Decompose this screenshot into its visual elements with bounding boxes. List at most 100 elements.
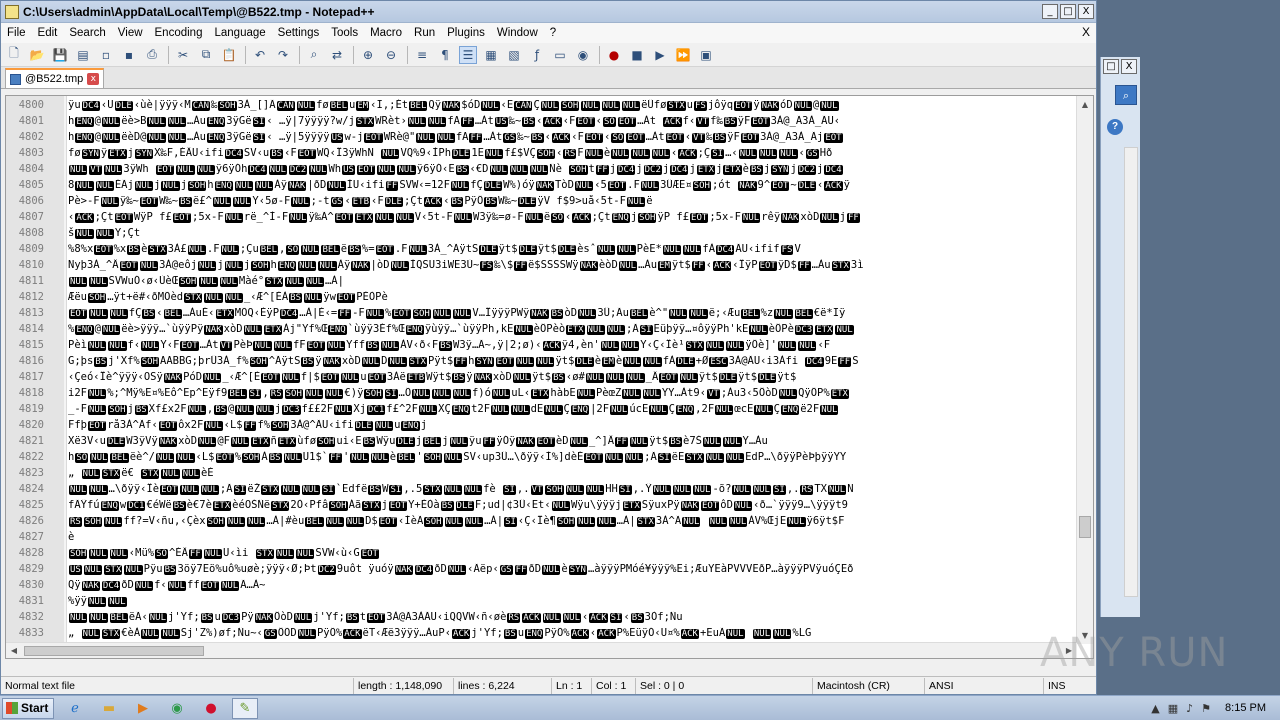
editor-line[interactable]: 4823 „ NUL STX ë€ STX NUL NUL èÈ — [6, 465, 1078, 481]
zoom-in-icon[interactable]: ⊕ — [359, 46, 377, 64]
new-file-icon[interactable]: 🗋 — [5, 46, 23, 64]
maximize-button[interactable]: □ — [1060, 4, 1076, 19]
scroll-up-icon[interactable]: ▲ — [1077, 96, 1093, 113]
menu-window[interactable]: Window — [491, 27, 544, 39]
clock[interactable]: 8:15 PM — [1219, 702, 1272, 714]
save-icon[interactable]: 💾 — [51, 46, 69, 64]
folder-workspace-icon[interactable]: ▭ — [551, 46, 569, 64]
horizontal-scrollbar[interactable]: ◀ ▶ — [6, 642, 1077, 658]
editor-line[interactable]: 4822 h SO NUL BEL ëè^/NUL NUL ‹L$ EOT% SOH À BS NUL U… — [6, 449, 1078, 465]
vertical-scroll-thumb[interactable] — [1079, 516, 1091, 538]
search-icon[interactable]: ⌕ — [1115, 85, 1137, 105]
explorer-icon[interactable]: ▬ — [96, 698, 122, 719]
start-button[interactable]: Start — [2, 697, 54, 719]
indent-guide-icon[interactable]: ☰ — [459, 45, 477, 64]
editor-line[interactable]: 4833 „ NUL STX €èÀ NUL NUL Sj'Z%)øf;Ñu~‹ GS ÔÕD N… — [6, 625, 1078, 641]
replace-icon[interactable]: ⇄ — [328, 46, 346, 64]
menu-edit[interactable]: Edit — [32, 27, 64, 39]
menu-file[interactable]: File — [1, 27, 32, 39]
bg-maximize-button[interactable]: □ — [1103, 58, 1119, 74]
editor-line[interactable]: 4805 8 NUL NUL ÉÃj NUL j NUL j SOH h ENQ NUL NUL Àÿ NAK… — [6, 177, 1078, 193]
editor-line[interactable]: 4824 NUL NUL …\ðÿÿ‹Îè EOT NUL NUL ;Ã SI ëŽ STX NUL N… — [6, 481, 1078, 497]
save-all-icon[interactable]: ▤ — [74, 46, 92, 64]
menu-plugins[interactable]: Plugins — [441, 27, 491, 39]
background-window[interactable]: □ X ⌕ ? — [1100, 57, 1140, 617]
close-button[interactable]: X — [1078, 4, 1094, 19]
editor-line[interactable]: 4804 NUL VT NUL 3ÿWh EOT NUL NUL ÿ6ÿÓh DC4 NUL DC2… — [6, 161, 1078, 177]
editor-line[interactable]: 4801 h ENQ @ NUL ëè>B NUL NUL …Àu ENQ 3ÿGë SI ‹ …ÿ|7… — [6, 113, 1078, 129]
editor-line[interactable]: 4807 ‹ ACK ;Çt EOT WÿP f£ EOT ;5x-F NUL rë_^Ì-F NU… — [6, 209, 1078, 225]
help-icon[interactable]: ? — [1107, 119, 1123, 135]
editor-line[interactable]: 4815 Pèì NUL NUL f‹ NUL Y‹F EOT …Àt VT PèÞ NUL NUL fF… — [6, 337, 1078, 353]
paste-icon[interactable]: 📋 — [220, 46, 238, 64]
record-macro-icon[interactable]: ● — [605, 46, 623, 64]
menu-view[interactable]: View — [112, 27, 149, 39]
sync-scroll-icon[interactable]: ≡ — [413, 46, 431, 64]
menu-encoding[interactable]: Encoding — [149, 27, 209, 39]
bg-scrollbar[interactable] — [1124, 147, 1138, 597]
tray-expand-icon[interactable]: ▲ — [1151, 702, 1159, 715]
tab-close-icon[interactable]: x — [87, 73, 100, 85]
text-editor[interactable]: 4800 ÿu DC4 ‹U DLE ‹ùè|ÿÿÿ‹M CAN ‰ SOH 3À_[]Ã CAN N… — [5, 95, 1094, 659]
redo-icon[interactable]: ↷ — [274, 46, 292, 64]
menu-run[interactable]: Run — [408, 27, 441, 39]
editor-line[interactable]: 4817 ‹Çeó‹Îè^ÿÿÿ‹OSÿ NAK PóD NUL _‹Æ^[È EOT NUL… — [6, 369, 1078, 385]
word-wrap-icon[interactable]: ¶ — [436, 46, 454, 64]
network-icon[interactable]: ▦ — [1168, 702, 1178, 715]
ie-icon[interactable]: ℯ — [62, 698, 88, 719]
close-file-icon[interactable]: ▫ — [97, 46, 115, 64]
zoom-out-icon[interactable]: ⊖ — [382, 46, 400, 64]
editor-line[interactable]: 4809 %8%x EOT %x BS è STX 3À£ NUL .F NUL ;Çu BEL, SO N… — [6, 241, 1078, 257]
menu-settings[interactable]: Settings — [272, 27, 326, 39]
close-all-icon[interactable]: ▪ — [120, 46, 138, 64]
editor-line[interactable]: 4826 RS SOH NUL ff?=V‹ñu,‹Çèx SOH NUL NUL …À|#èu… — [6, 513, 1078, 529]
editor-line[interactable]: 4829 US NUL STX NUL Pÿu BS 3öÿ7Eö%uô%uøè;ÿÿÿ‹Ø;… — [6, 561, 1078, 577]
editor-line[interactable]: 4819 _-F NUL SOH j BS Xf£x2F NUL, BS @ NUL NUL j DC3 f… — [6, 401, 1078, 417]
function-list-icon[interactable]: ƒ — [528, 46, 546, 64]
editor-line[interactable]: 4831 %ÿÿ NUL NUL — [6, 593, 1078, 609]
minimize-button[interactable]: _ — [1042, 4, 1058, 19]
editor-line[interactable]: 4830 Qÿ NAK DC4 ðD NUL f‹ NUL ff EOT NUL Ã…À~ — [6, 577, 1078, 593]
chrome-icon[interactable]: ◉ — [164, 698, 190, 719]
editor-line[interactable]: 4812 Æëu SOH …ÿt+ë#‹ðMÕèd STX NUL NUL _‹Æ^[ÈÀ BS… — [6, 289, 1078, 305]
play-multiple-icon[interactable]: ⏩ — [674, 46, 692, 64]
background-window-titlebar[interactable]: □ X — [1101, 57, 1140, 75]
editor-line[interactable]: 4813 EOT NUL NUL fÇ BS ‹ BEL …ÀuÉ‹ ETX MÕQ‹ÈÿP DC4…… — [6, 305, 1078, 321]
scroll-left-icon[interactable]: ◀ — [6, 643, 22, 658]
editor-line[interactable]: 4816 G;þs BS j'Xf% SOH AABBG;þrÜ3À_f% SOH ^ÃÿtS… — [6, 353, 1078, 369]
stop-macro-icon[interactable]: ■ — [628, 46, 646, 64]
editor-line[interactable]: 4806 Pè>-F NUL ÿ‰~ EOT W‰~ BS ë£^ NUL NUL Y‹5ø-F NU… — [6, 193, 1078, 209]
copy-icon[interactable]: ⧉ — [197, 46, 215, 64]
editor-line[interactable]: 4828 SOH NUL NUL ‹Mü% SO ^ÉÂ FF NUL U‹ìi STX NUL NU… — [6, 545, 1078, 561]
flag-icon[interactable]: ⚑ — [1201, 702, 1211, 715]
editor-line[interactable]: 4821 Xë3V‹u DLE W3ÿVÿ NAK xòD NUL @F NUL ETX ñ ETX ù… — [6, 433, 1078, 449]
bg-close-button[interactable]: X — [1121, 58, 1137, 74]
close-document-x[interactable]: X — [1082, 25, 1090, 39]
editor-line[interactable]: 4800 ÿu DC4 ‹U DLE ‹ùè|ÿÿÿ‹M CAN ‰ SOH 3À_[]Ã CAN N… — [6, 97, 1078, 113]
menu-tools[interactable]: Tools — [325, 27, 364, 39]
menu-language[interactable]: Language — [208, 27, 271, 39]
print-icon[interactable]: ⎙ — [143, 46, 161, 64]
horizontal-scroll-thumb[interactable] — [24, 646, 204, 656]
tab-b522[interactable]: @B522.tmp x — [5, 68, 105, 88]
editor-line[interactable]: 4814 % ENQ @ NUL ëè>ÿÿÿ…`ùÿÿPÿ NAK xòD NUL ETX Àj"… — [6, 321, 1078, 337]
open-file-icon[interactable]: 📂 — [28, 46, 46, 64]
find-icon[interactable]: ⌕ — [305, 46, 323, 64]
document-map-icon[interactable]: ▧ — [505, 46, 523, 64]
editor-line[interactable]: 4832 NUL NUL BEL ëÃ‹ NUL j'Yf; BS u DC3 Pÿ NAK ÔòD NU… — [6, 609, 1078, 625]
menu-help[interactable]: ? — [544, 27, 562, 39]
vertical-scrollbar[interactable]: ▲ ▼ — [1076, 96, 1093, 644]
editor-line[interactable]: 4810 Nyþ3À_^Â EOT NUL 3À@eôj NUL j NUL j SOH h ENQ N… — [6, 257, 1078, 273]
editor-line[interactable]: 4803 fø SYN ÿ ETX j SYN X‰F,ÉÂU‹ifi DC4 SV‹u BS ‹F E… — [6, 145, 1078, 161]
editor-line[interactable]: 4827 è — [6, 529, 1078, 545]
menu-macro[interactable]: Macro — [364, 27, 408, 39]
cut-icon[interactable]: ✂ — [174, 46, 192, 64]
menu-search[interactable]: Search — [63, 27, 111, 39]
editor-line[interactable]: 4820 Ffþ EOT rå3À^Ãf‹ EOT ôx2F NUL ‹L$ FF f% SOH 3À… — [6, 417, 1078, 433]
save-macro-icon[interactable]: ▣ — [697, 46, 715, 64]
media-player-icon[interactable]: ▶ — [130, 698, 156, 719]
title-bar[interactable]: C:\Users\admin\AppData\Local\Temp\@B522.… — [1, 1, 1096, 23]
editor-line[interactable]: 4808 š NUL NUL Y;Çt — [6, 225, 1078, 241]
monitoring-icon[interactable]: ◉ — [574, 46, 592, 64]
volume-icon[interactable]: ♪ — [1186, 702, 1193, 715]
